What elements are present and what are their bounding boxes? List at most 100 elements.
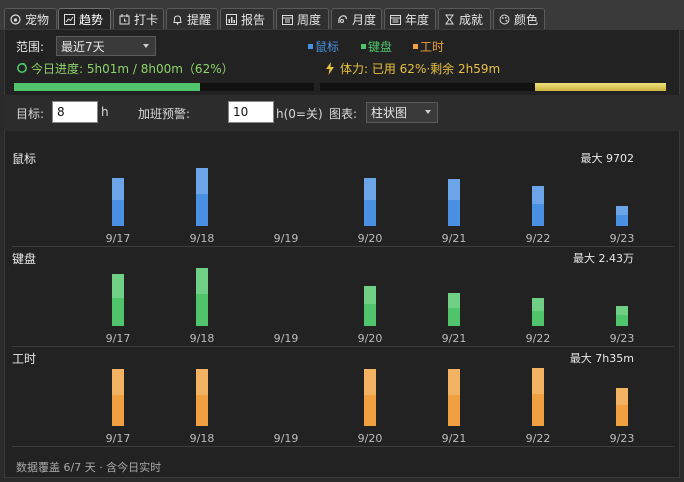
chart-icon bbox=[64, 13, 79, 25]
tab-label: 成就 bbox=[459, 12, 484, 27]
tab-label: 周度 bbox=[297, 12, 322, 27]
chevron-down-icon bbox=[425, 110, 431, 114]
tab-3[interactable]: 提醒 bbox=[166, 8, 218, 29]
tab-bar: 宠物 趋势 打卡 提醒 报告 周度 月度 年度 成就 颜色 bbox=[0, 0, 684, 30]
tab-8[interactable]: 成就 bbox=[438, 8, 491, 29]
overtime-unit: h(0=关) bbox=[276, 107, 323, 121]
chart-bar bbox=[364, 178, 376, 226]
legend-swatch bbox=[308, 44, 313, 49]
chart-bar bbox=[196, 369, 208, 426]
chart-bar bbox=[448, 292, 460, 326]
tab-2[interactable]: 打卡 bbox=[113, 8, 164, 29]
chart-date-label: 9/18 bbox=[189, 332, 215, 345]
goal-unit: h bbox=[101, 105, 109, 119]
chart-bar bbox=[196, 268, 208, 326]
legend-swatch bbox=[413, 44, 418, 49]
chart-type-value: 柱状图 bbox=[371, 106, 408, 120]
chart-date-label: 9/20 bbox=[357, 332, 383, 345]
footer-status: 数据覆盖 6/7 天 · 含今日实时 bbox=[16, 461, 162, 474]
chart-bar bbox=[448, 369, 460, 426]
tab-label: 月度 bbox=[352, 12, 377, 27]
chart-bar bbox=[616, 305, 628, 326]
chart-bar bbox=[112, 274, 124, 326]
chart-date-label: 9/23 bbox=[609, 232, 635, 245]
tab-label: 宠物 bbox=[25, 12, 50, 27]
tab-7[interactable]: 年度 bbox=[384, 8, 436, 29]
tab-5[interactable]: 周度 bbox=[276, 8, 329, 29]
range-select[interactable]: 最近7天 bbox=[56, 36, 156, 56]
chart-bar bbox=[364, 285, 376, 326]
chart-title: 工时 bbox=[12, 352, 37, 366]
range-select-value: 最近7天 bbox=[61, 39, 105, 54]
chart-bar bbox=[532, 368, 544, 426]
stamina-row: 体力: 已用 62%·剩余 2h59m bbox=[325, 60, 500, 77]
chart-title: 鼠标 bbox=[12, 152, 37, 166]
chart-bar bbox=[532, 297, 544, 326]
lightning-icon bbox=[326, 62, 334, 75]
legend-item-2: 工时 bbox=[413, 38, 444, 55]
chart-bar bbox=[448, 179, 460, 226]
stamina-bar-fill bbox=[534, 83, 666, 91]
legend-label: 鼠标 bbox=[315, 40, 340, 54]
overtime-input[interactable] bbox=[228, 101, 274, 123]
chart-date-label: 9/17 bbox=[105, 432, 131, 445]
legend-swatch bbox=[361, 44, 366, 49]
chart-bar bbox=[196, 168, 208, 226]
chart-bar bbox=[616, 387, 628, 426]
chart-date-label: 9/17 bbox=[105, 332, 131, 345]
chart-separator bbox=[12, 346, 674, 347]
chart-bar bbox=[112, 369, 124, 426]
chart-max-label: 最大 9702 bbox=[580, 152, 635, 165]
tab-label: 打卡 bbox=[134, 12, 159, 27]
chart-title: 键盘 bbox=[12, 252, 37, 266]
progress-row: 今日进度: 5h01m / 8h00m（62%） bbox=[16, 60, 234, 77]
tab-label: 提醒 bbox=[187, 12, 212, 27]
tab-9[interactable]: 颜色 bbox=[493, 8, 545, 29]
stamina-bar bbox=[320, 83, 666, 91]
legend-item-0: 鼠标 bbox=[308, 38, 339, 55]
trophy-icon bbox=[444, 14, 459, 25]
tab-1[interactable]: 趋势 bbox=[58, 8, 111, 29]
chart-bar bbox=[616, 206, 628, 226]
progress-bar bbox=[14, 83, 314, 91]
chart-date-label: 9/23 bbox=[609, 332, 635, 345]
chart-date-label: 9/22 bbox=[525, 332, 551, 345]
range-label: 范围: bbox=[16, 40, 45, 54]
chart-date-label: 9/23 bbox=[609, 432, 635, 445]
bell-icon bbox=[172, 14, 187, 25]
tab-label: 报告 bbox=[241, 12, 266, 27]
chart-type-select[interactable]: 柱状图 bbox=[366, 102, 438, 123]
chart-date-label: 9/19 bbox=[273, 432, 299, 445]
clock-icon bbox=[119, 13, 134, 25]
goal-label: 目标: bbox=[16, 107, 45, 121]
tab-label: 颜色 bbox=[514, 12, 539, 27]
goal-input[interactable] bbox=[52, 101, 98, 123]
chart-max-label: 最大 7h35m bbox=[569, 352, 634, 365]
refresh-icon bbox=[17, 63, 27, 73]
chart-date-label: 9/20 bbox=[357, 432, 383, 445]
tab-4[interactable]: 报告 bbox=[220, 8, 274, 29]
progress-bar-fill bbox=[14, 83, 200, 91]
overtime-label: 加班预警: bbox=[138, 107, 191, 121]
palette-icon bbox=[499, 14, 514, 25]
chevron-down-icon bbox=[143, 44, 149, 48]
chart-date-label: 9/22 bbox=[525, 432, 551, 445]
chart-date-label: 9/20 bbox=[357, 232, 383, 245]
stamina-text: 体力: 已用 62%·剩余 2h59m bbox=[340, 62, 501, 76]
legend-label: 工时 bbox=[420, 40, 445, 54]
tab-0[interactable]: 宠物 bbox=[4, 8, 57, 29]
chart-date-label: 9/21 bbox=[441, 432, 467, 445]
progress-text: 今日进度: 5h01m / 8h00m（62%） bbox=[31, 62, 234, 76]
tab-label: 趋势 bbox=[79, 12, 104, 27]
report-icon bbox=[226, 13, 241, 25]
calendar-year-icon bbox=[390, 14, 405, 25]
tab-6[interactable]: 月度 bbox=[331, 8, 382, 29]
paw-icon bbox=[10, 13, 25, 25]
chart-separator bbox=[12, 446, 674, 447]
chart-type-label: 图表: bbox=[329, 107, 358, 121]
chart-date-label: 9/19 bbox=[273, 332, 299, 345]
chart-date-label: 9/22 bbox=[525, 232, 551, 245]
chart-date-label: 9/19 bbox=[273, 232, 299, 245]
chart-date-label: 9/18 bbox=[189, 232, 215, 245]
legend-item-1: 键盘 bbox=[361, 38, 392, 55]
